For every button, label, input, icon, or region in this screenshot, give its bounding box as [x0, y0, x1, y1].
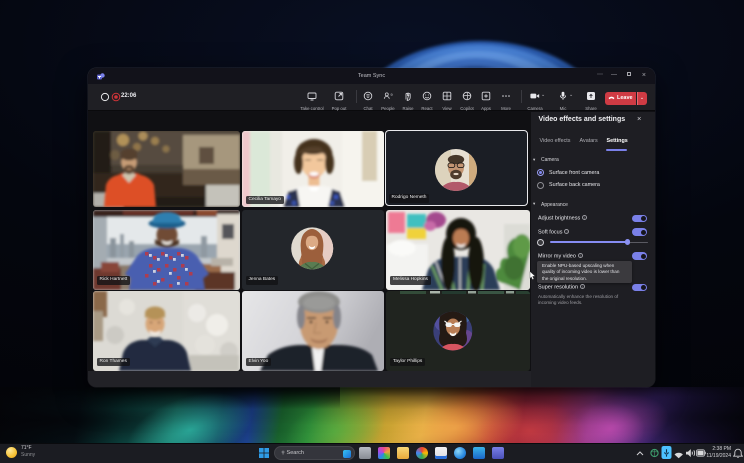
- svg-text:9: 9: [391, 93, 393, 97]
